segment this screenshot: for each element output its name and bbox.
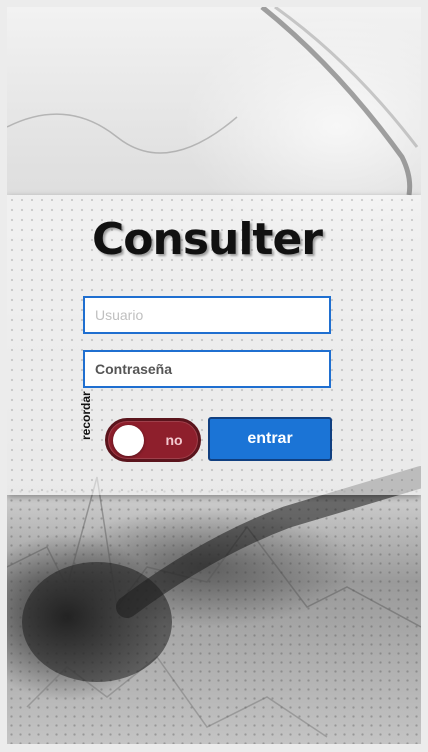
password-input[interactable] [83, 350, 331, 388]
app-title: Consulter [91, 214, 323, 265]
remember-toggle[interactable]: no [105, 418, 201, 462]
toggle-state-label: no [165, 432, 183, 448]
remember-label: recordar [79, 391, 93, 440]
toggle-knob[interactable] [113, 425, 144, 456]
username-input[interactable] [83, 296, 331, 334]
enter-button[interactable]: entrar [208, 417, 332, 461]
